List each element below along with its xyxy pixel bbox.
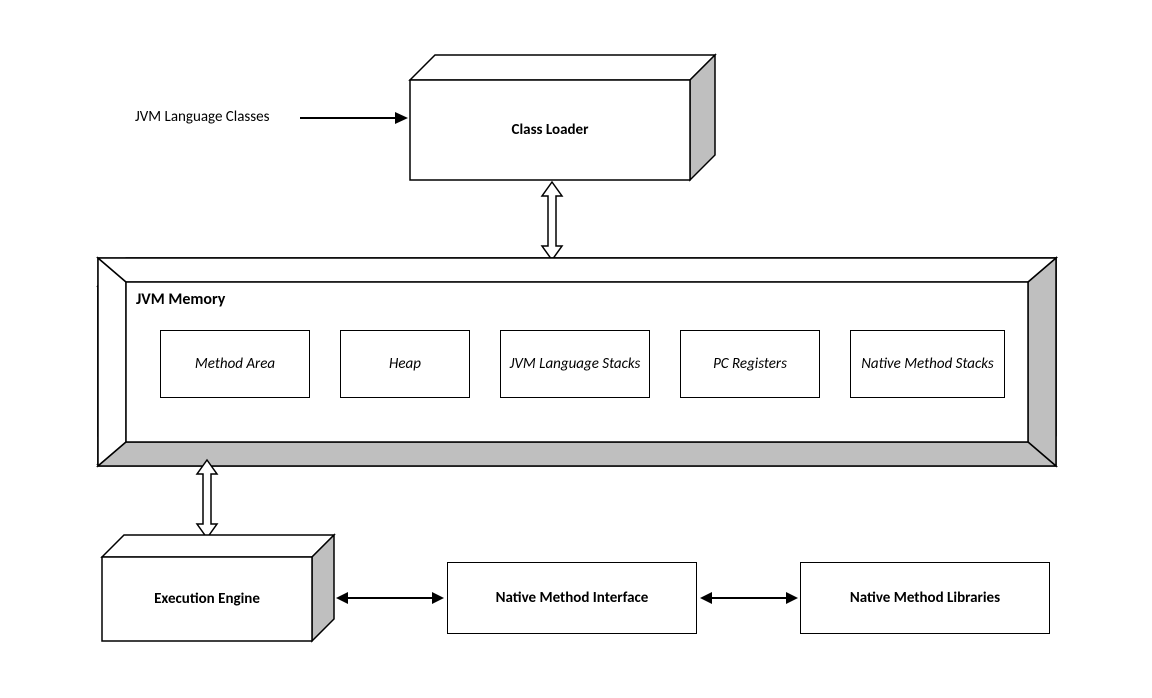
native-method-interface-box: Native Method Interface	[447, 562, 697, 634]
pc-registers-label: PC Registers	[713, 355, 787, 373]
arrow-memory-execution	[195, 460, 219, 540]
method-area-box: Method Area	[160, 330, 310, 398]
heap-label: Heap	[389, 355, 421, 373]
execution-engine-label: Execution Engine	[102, 557, 312, 641]
jvm-stacks-label: JVM Language Stacks	[510, 355, 641, 373]
class-loader-label: Class Loader	[410, 80, 690, 180]
arrow-nmi-libraries	[700, 590, 800, 610]
jvm-memory-title: JVM Memory	[136, 290, 225, 309]
arrow-classloader-memory	[540, 182, 564, 262]
native-method-interface-label: Native Method Interface	[496, 589, 649, 607]
heap-box: Heap	[340, 330, 470, 398]
jvm-stacks-box: JVM Language Stacks	[500, 330, 650, 398]
native-method-libraries-label: Native Method Libraries	[850, 589, 1000, 607]
method-area-label: Method Area	[195, 355, 275, 373]
pc-registers-box: PC Registers	[680, 330, 820, 398]
native-stacks-label: Native Method Stacks	[861, 355, 994, 373]
jvm-language-classes-label: JVM Language Classes	[135, 108, 270, 126]
arrow-input-to-classloader	[300, 110, 410, 130]
native-stacks-box: Native Method Stacks	[850, 330, 1005, 398]
native-method-libraries-box: Native Method Libraries	[800, 562, 1050, 634]
arrow-exec-native-interface	[336, 590, 446, 610]
